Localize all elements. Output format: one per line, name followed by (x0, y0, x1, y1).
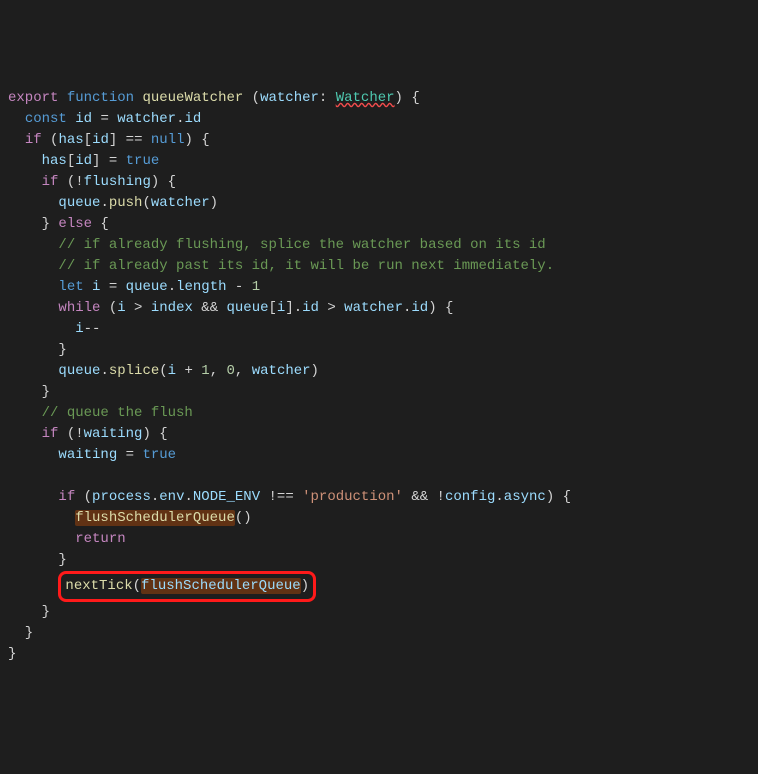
code-line: let i = queue.length - 1 (8, 279, 260, 295)
highlighted-call: nextTick(flushSchedulerQueue) (8, 578, 316, 594)
code-editor: export function queueWatcher (watcher: W… (8, 88, 750, 665)
code-line (8, 468, 16, 484)
code-line: } (8, 552, 67, 568)
code-line: if (has[id] == null) { (8, 132, 210, 148)
code-line: } (8, 384, 50, 400)
code-line: // if already past its id, it will be ru… (8, 258, 554, 274)
code-line: queue.splice(i + 1, 0, watcher) (8, 363, 319, 379)
code-line: const id = watcher.id (8, 111, 201, 127)
code-line: return (8, 531, 126, 547)
code-line: has[id] = true (8, 153, 159, 169)
code-line: waiting = true (8, 447, 176, 463)
code-line: } else { (8, 216, 109, 232)
code-line: } (8, 342, 67, 358)
code-line: queue.push(watcher) (8, 195, 218, 211)
code-line: export function queueWatcher (watcher: W… (8, 90, 420, 106)
code-line: if (!flushing) { (8, 174, 176, 190)
code-line: if (!waiting) { (8, 426, 168, 442)
code-line: } (8, 604, 50, 620)
code-line: i-- (8, 321, 100, 337)
code-line: if (process.env.NODE_ENV !== 'production… (8, 489, 571, 505)
code-line: // queue the flush (8, 405, 193, 421)
code-line: // if already flushing, splice the watch… (8, 237, 546, 253)
code-line: } (8, 646, 16, 662)
code-line: while (i > index && queue[i].id > watche… (8, 300, 453, 316)
code-line: flushSchedulerQueue() (8, 510, 252, 526)
code-line: } (8, 625, 33, 641)
